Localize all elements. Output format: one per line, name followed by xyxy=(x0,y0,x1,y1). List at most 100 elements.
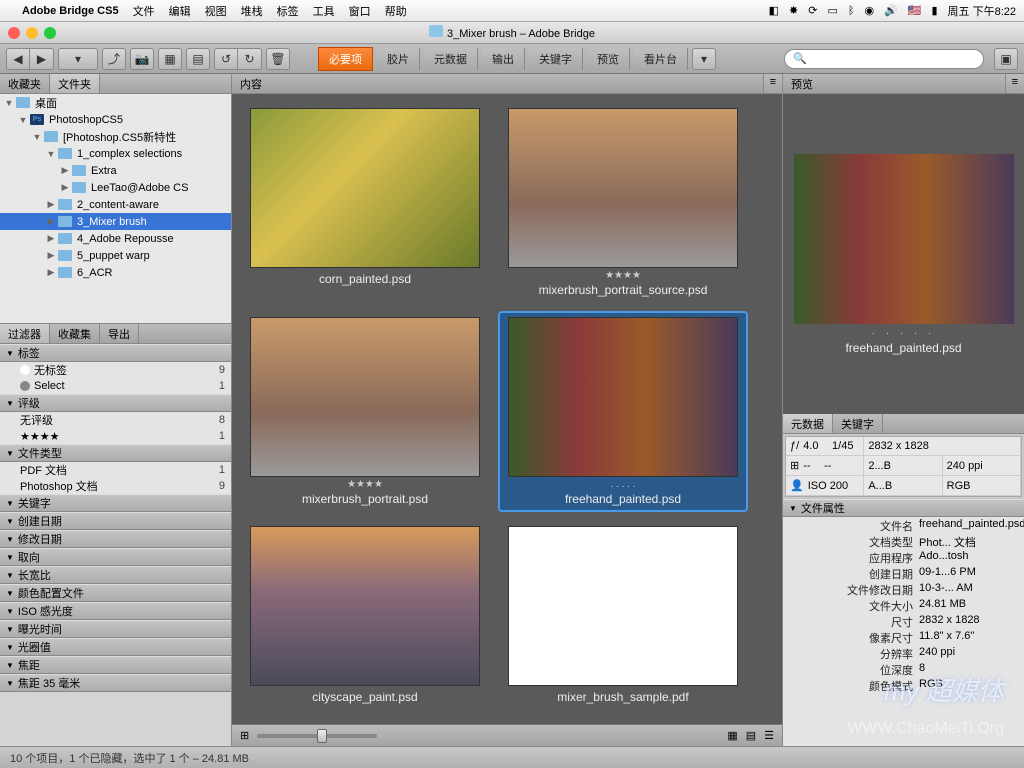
thumbnail[interactable]: . . . . .freehand_painted.psd xyxy=(498,311,748,512)
zoom-button[interactable] xyxy=(44,27,56,39)
thumbnail-grid[interactable]: corn_painted.psd★★★★mixerbrush_portrait_… xyxy=(232,94,782,724)
tab-keywords[interactable]: 关键字 xyxy=(529,48,583,70)
camera-button[interactable]: 📷 xyxy=(130,48,154,70)
thumb-size-slider[interactable] xyxy=(257,734,377,738)
tab-essentials[interactable]: 必要项 xyxy=(318,47,373,71)
filter-header[interactable]: ▼光圈值 xyxy=(0,638,231,656)
thumbnail-rating[interactable]: ★★★★ xyxy=(347,479,383,490)
menu-window[interactable]: 窗口 xyxy=(349,3,371,19)
output-button[interactable]: ▤ xyxy=(186,48,210,70)
tree-item[interactable]: ▼[Photoshop.CS5新特性 xyxy=(0,128,231,145)
tab-metadata[interactable]: 元数据 xyxy=(424,48,478,70)
filter-header[interactable]: ▼曝光时间 xyxy=(0,620,231,638)
tab-keywords-panel[interactable]: 关键字 xyxy=(833,414,883,433)
tab-favorites[interactable]: 收藏夹 xyxy=(0,74,50,93)
filter-header[interactable]: ▼颜色配置文件 xyxy=(0,584,231,602)
view-detail-icon[interactable]: ▤ xyxy=(746,729,756,742)
tab-preview[interactable]: 预览 xyxy=(587,48,630,70)
menu-tools[interactable]: 工具 xyxy=(313,3,335,19)
tab-content[interactable]: 内容 xyxy=(232,74,764,93)
compact-button[interactable]: ▣ xyxy=(994,48,1018,70)
close-button[interactable] xyxy=(8,27,20,39)
thumbnail[interactable]: mixer_brush_sample.pdf xyxy=(498,520,748,710)
rotate-ccw-button[interactable]: ↺ xyxy=(214,48,238,70)
tab-filmstrip[interactable]: 胶片 xyxy=(377,48,420,70)
nav-forward-button[interactable]: ▶ xyxy=(30,48,54,70)
tree-item[interactable]: ▶5_puppet warp xyxy=(0,247,231,264)
menu-label[interactable]: 标签 xyxy=(277,3,299,19)
tree-item[interactable]: ▼桌面 xyxy=(0,94,231,111)
trash-button[interactable]: 🗑 xyxy=(266,48,290,70)
panel-menu-icon[interactable]: ≡ xyxy=(1006,74,1024,93)
menu-edit[interactable]: 编辑 xyxy=(169,3,191,19)
filter-header[interactable]: ▼修改日期 xyxy=(0,530,231,548)
app-name[interactable]: Adobe Bridge CS5 xyxy=(22,5,119,17)
filter-header[interactable]: ▼长宽比 xyxy=(0,566,231,584)
filter-header[interactable]: ▼关键字 xyxy=(0,494,231,512)
panel-menu-icon[interactable]: ≡ xyxy=(764,74,782,93)
folder-tree[interactable]: ▼桌面▼PsPhotoshopCS5▼[Photoshop.CS5新特性▼1_c… xyxy=(0,94,231,324)
bluetooth-icon[interactable]: ᛒ xyxy=(848,5,855,17)
thumbnail-rating[interactable]: . . . . . xyxy=(610,479,635,490)
tab-metadata-panel[interactable]: 元数据 xyxy=(783,414,833,433)
preview-image[interactable] xyxy=(794,154,1014,324)
thumbnail[interactable]: corn_painted.psd xyxy=(240,102,490,303)
battery-icon[interactable]: ▮ xyxy=(931,4,937,17)
menu-view[interactable]: 视图 xyxy=(205,3,227,19)
tree-item[interactable]: ▶LeeTao@Adobe CS xyxy=(0,179,231,196)
tab-output[interactable]: 输出 xyxy=(482,48,525,70)
menu-file[interactable]: 文件 xyxy=(133,3,155,19)
filter-header[interactable]: ▼焦距 35 毫米 xyxy=(0,674,231,692)
workspace-menu[interactable]: ▾ xyxy=(692,48,716,70)
file-props-header[interactable]: ▼文件属性 xyxy=(783,499,1024,517)
nav-back-button[interactable]: ◀ xyxy=(6,48,30,70)
filter-header[interactable]: ▼创建日期 xyxy=(0,512,231,530)
filter-header[interactable]: ▼评级 xyxy=(0,394,231,412)
filter-row[interactable]: ★★★★1 xyxy=(0,428,231,444)
tree-item[interactable]: ▼1_complex selections xyxy=(0,145,231,162)
preview-rating[interactable]: · · · · · xyxy=(872,328,936,339)
clock[interactable]: 周五 下午8:22 xyxy=(948,3,1016,19)
filter-header[interactable]: ▼取向 xyxy=(0,548,231,566)
tree-item[interactable]: ▼PsPhotoshopCS5 xyxy=(0,111,231,128)
tab-filter[interactable]: 过滤器 xyxy=(0,324,50,343)
filter-row[interactable]: 无标签9 xyxy=(0,362,231,378)
search-input[interactable]: 🔍 xyxy=(784,49,984,69)
tree-item[interactable]: ▶4_Adobe Repousse xyxy=(0,230,231,247)
reveal-button[interactable]: ⤴ xyxy=(102,48,126,70)
thumbnail[interactable]: ★★★★mixerbrush_portrait_source.psd xyxy=(498,102,748,303)
flag-icon[interactable]: 🇺🇸 xyxy=(908,4,922,17)
refine-button[interactable]: ▦ xyxy=(158,48,182,70)
rotate-cw-button[interactable]: ↻ xyxy=(238,48,262,70)
filter-row[interactable]: 无评级8 xyxy=(0,412,231,428)
view-grid-icon[interactable]: ▦ xyxy=(727,729,737,742)
tab-folders[interactable]: 文件夹 xyxy=(50,74,100,93)
finder-icon[interactable]: ◧ xyxy=(769,4,779,17)
tab-collections[interactable]: 收藏集 xyxy=(50,324,100,343)
tab-lighttable[interactable]: 看片台 xyxy=(634,48,688,70)
filter-header[interactable]: ▼ISO 感光度 xyxy=(0,602,231,620)
tree-item[interactable]: ▶3_Mixer brush xyxy=(0,213,231,230)
filter-header[interactable]: ▼焦距 xyxy=(0,656,231,674)
thumbnail-rating[interactable]: ★★★★ xyxy=(605,270,641,281)
menu-help[interactable]: 帮助 xyxy=(385,3,407,19)
filter-row[interactable]: Select1 xyxy=(0,378,231,394)
sync-icon[interactable]: ⟳ xyxy=(808,4,817,17)
tree-item[interactable]: ▶6_ACR xyxy=(0,264,231,281)
view-list-icon[interactable]: ☰ xyxy=(764,729,774,742)
menu-stack[interactable]: 堆栈 xyxy=(241,3,263,19)
filter-header[interactable]: ▼标签 xyxy=(0,344,231,362)
thumbnail[interactable]: ★★★★mixerbrush_portrait.psd xyxy=(240,311,490,512)
filter-header[interactable]: ▼文件类型 xyxy=(0,444,231,462)
recent-button[interactable]: ▾ xyxy=(58,48,98,70)
tree-item[interactable]: ▶Extra xyxy=(0,162,231,179)
volume-icon[interactable]: 🔊 xyxy=(884,4,898,17)
display-icon[interactable]: ▭ xyxy=(827,4,837,17)
filter-row[interactable]: PDF 文档1 xyxy=(0,462,231,478)
tree-item[interactable]: ▶2_content-aware xyxy=(0,196,231,213)
filter-row[interactable]: Photoshop 文档9 xyxy=(0,478,231,494)
thumbnail[interactable]: cityscape_paint.psd xyxy=(240,520,490,710)
tab-preview-panel[interactable]: 预览 xyxy=(783,74,1006,93)
paw-icon[interactable]: ✸ xyxy=(789,4,798,17)
wifi-icon[interactable]: ◉ xyxy=(864,4,874,17)
